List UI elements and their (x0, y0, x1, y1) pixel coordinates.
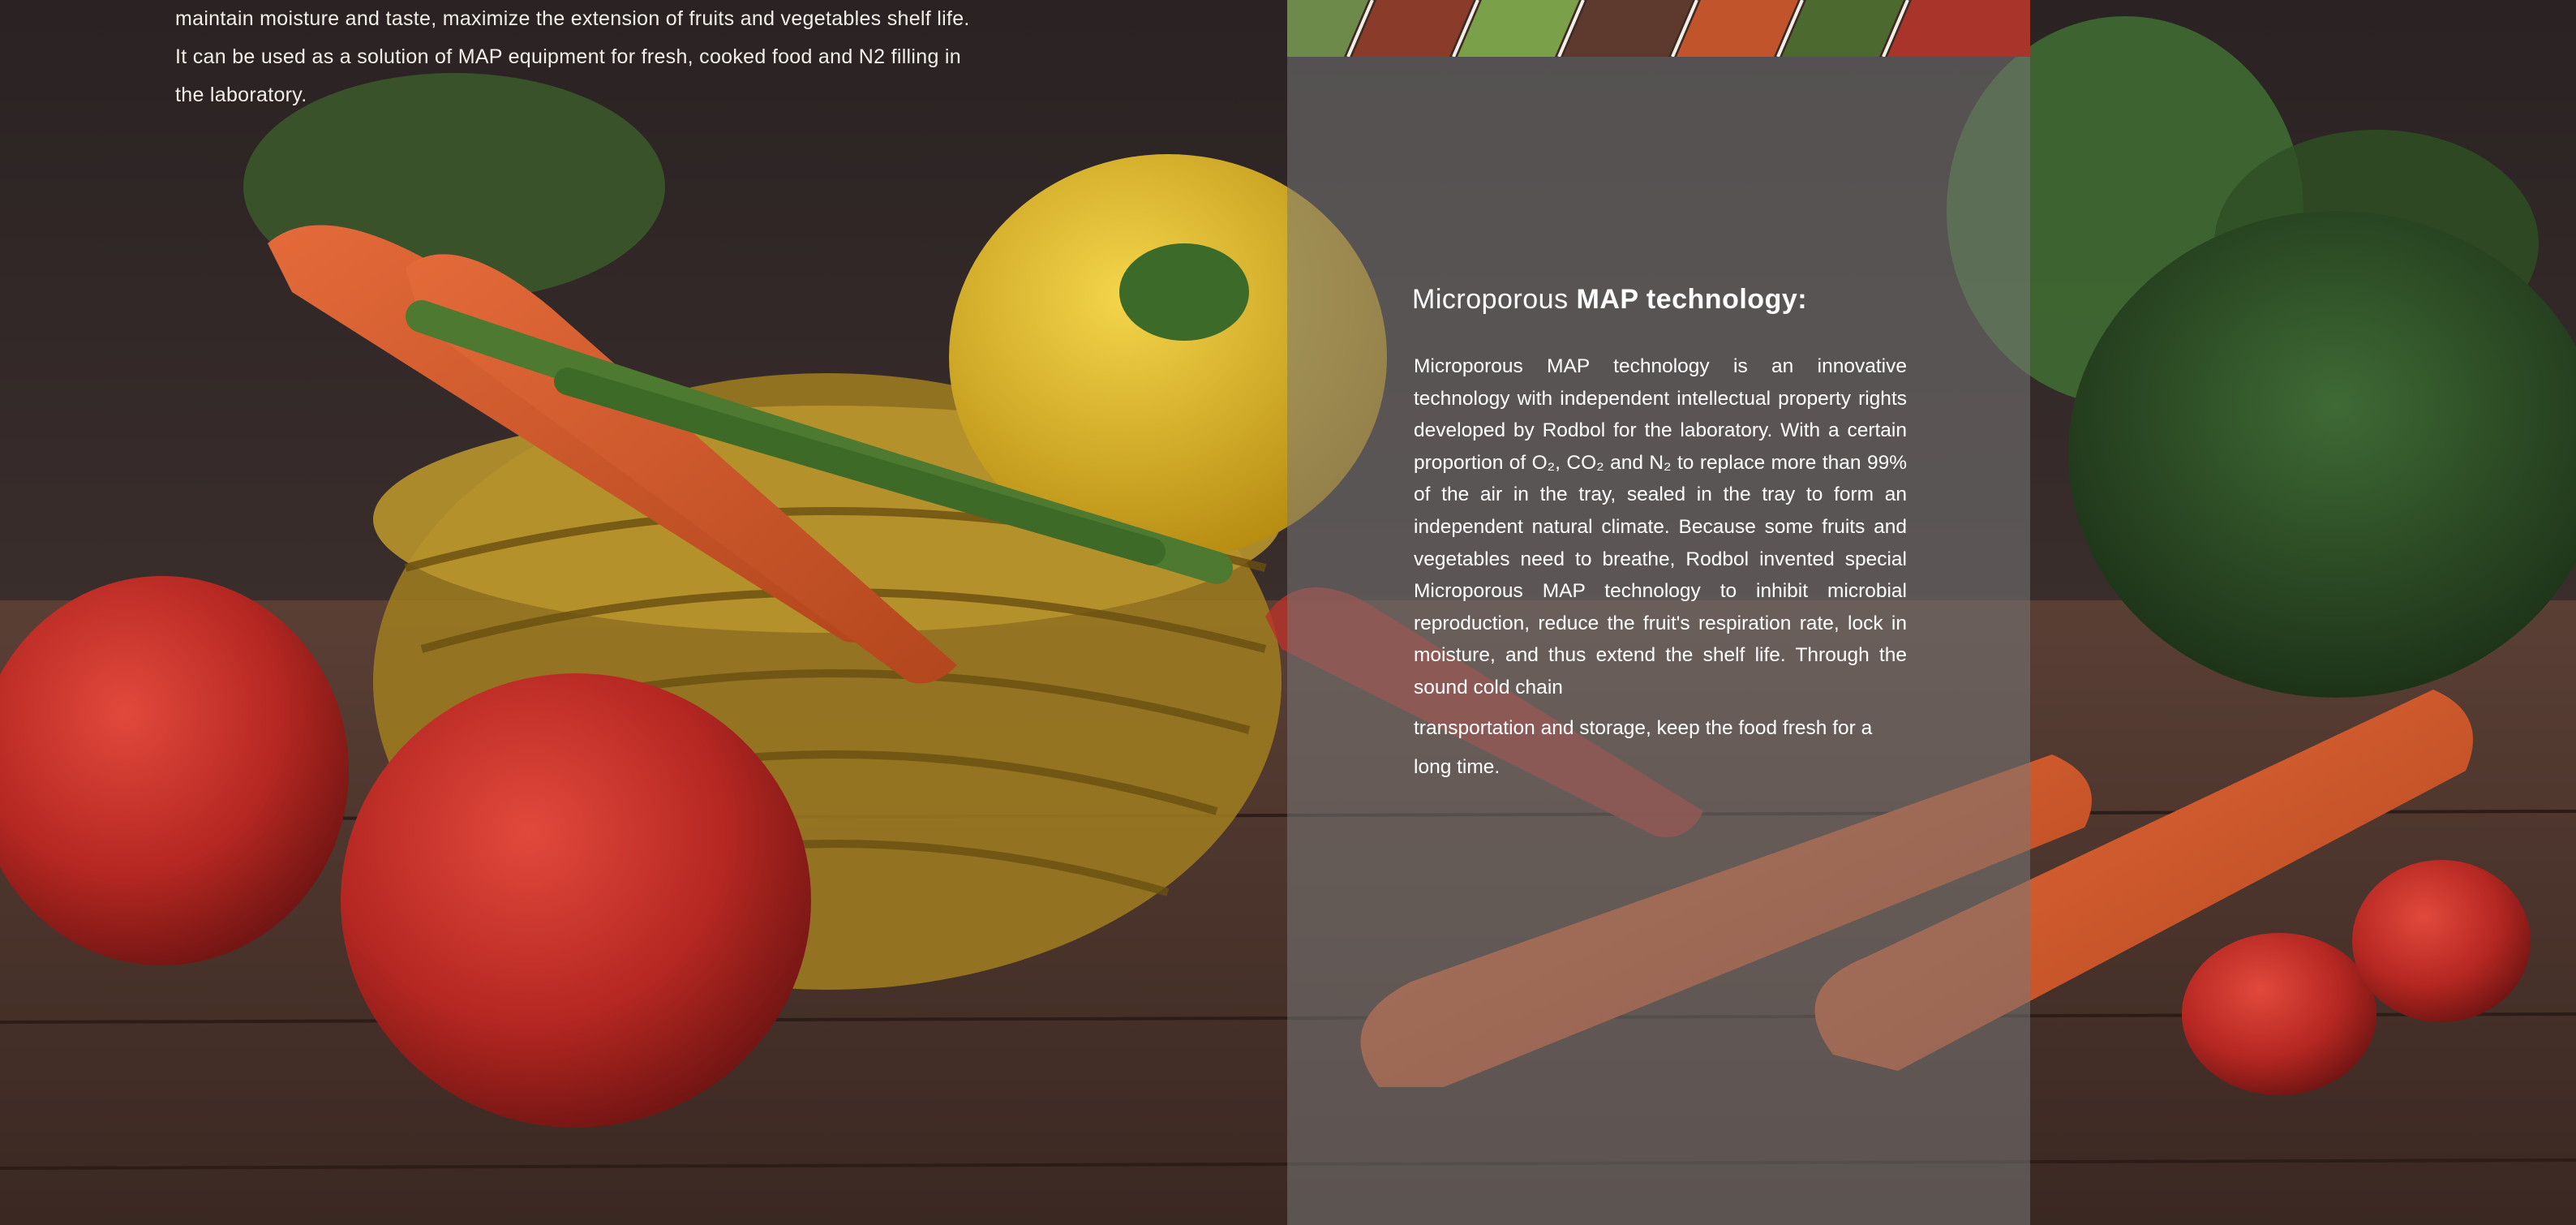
intro-line-3: the laboratory. (175, 84, 307, 106)
panel-body: Microporous MAP technology is an innovat… (1414, 350, 1907, 787)
intro-paragraph: maintain moisture and taste, maximize th… (175, 0, 1019, 114)
panel-title-bold: MAP technology: (1576, 284, 1808, 315)
panel-body-text: Microporous MAP technology is an innovat… (1414, 355, 1907, 698)
panel-body-end: transportation and storage, keep the foo… (1414, 716, 1873, 778)
page: maintain moisture and taste, maximize th… (0, 0, 2576, 1225)
panel-title-light: Microporous (1412, 284, 1577, 315)
panel-title: Microporous MAP technology: (1412, 284, 1807, 316)
vegetable-strip-image (1287, 0, 2030, 57)
intro-line-2: It can be used as a solution of MAP equi… (175, 45, 961, 68)
intro-line-1: maintain moisture and taste, maximize th… (175, 7, 970, 30)
